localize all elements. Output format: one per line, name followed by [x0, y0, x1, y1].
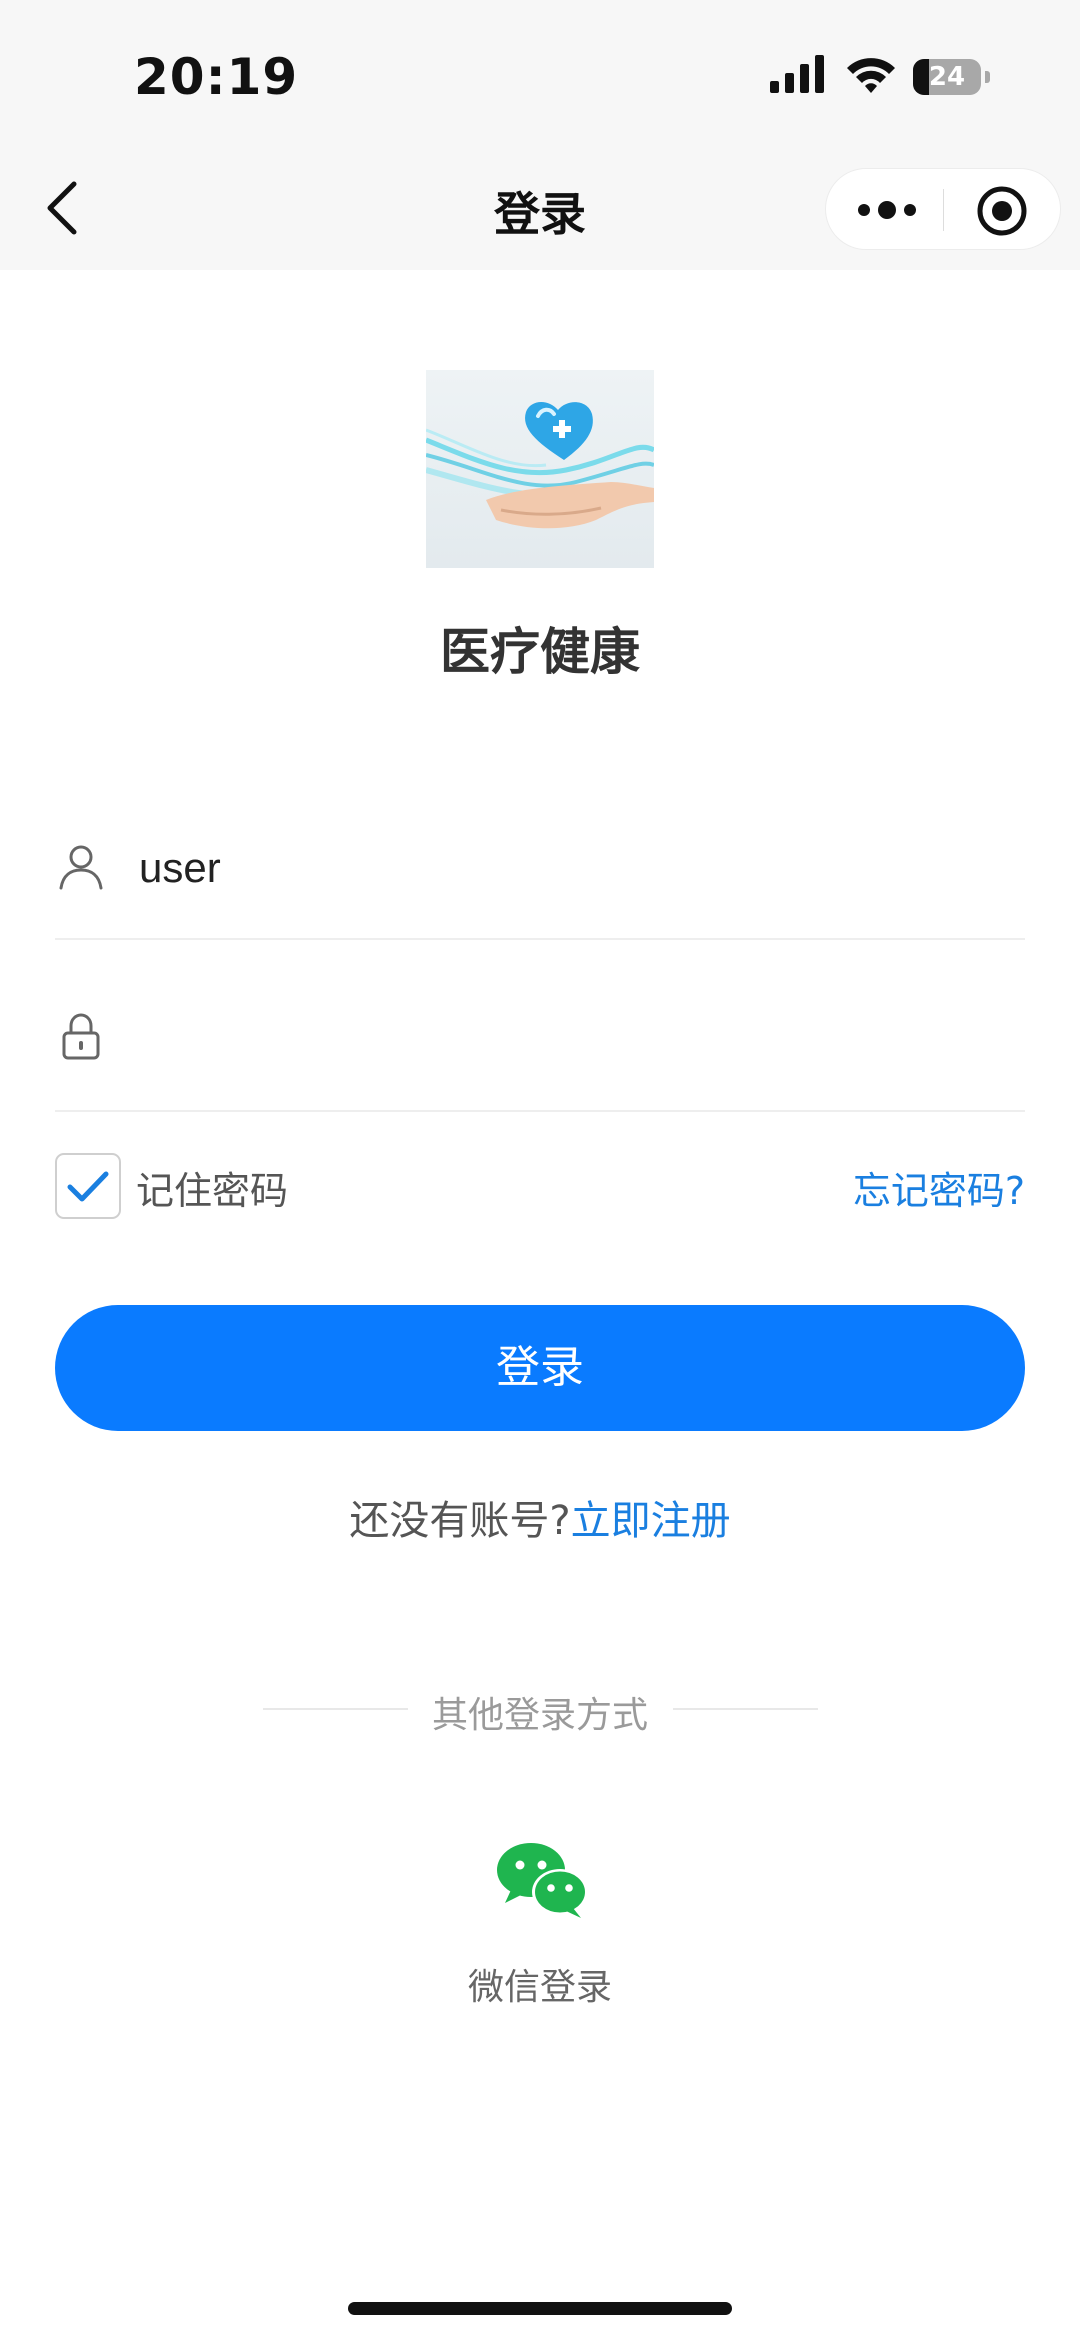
- password-underline: [55, 1110, 1025, 1112]
- close-mini-program-icon[interactable]: [976, 185, 1028, 237]
- username-row: [55, 810, 1025, 930]
- register-link[interactable]: 立即注册: [571, 1498, 731, 1544]
- check-icon: [67, 1171, 109, 1202]
- username-underline: [55, 938, 1025, 940]
- divider-right: [673, 1708, 818, 1710]
- wifi-icon: [847, 58, 895, 93]
- capsule-divider: [943, 189, 944, 231]
- wechat-icon: [497, 1843, 588, 1918]
- home-indicator: [348, 2302, 732, 2315]
- top-bar: 20:19 24 登录: [0, 0, 1080, 270]
- app-name: 医疗健康: [440, 623, 640, 681]
- more-options-icon[interactable]: [856, 190, 918, 230]
- app-logo: [426, 370, 654, 568]
- battery-icon: 24: [913, 59, 981, 95]
- status-time: 20:19: [134, 48, 299, 106]
- mini-program-capsule: [825, 168, 1061, 250]
- lock-icon: [62, 1013, 100, 1060]
- status-icons: 24: [770, 55, 1000, 105]
- remember-password-checkbox[interactable]: [55, 1153, 121, 1219]
- register-prompt: 还没有账号?立即注册: [0, 1488, 1080, 1546]
- login-page: 20:19 24 登录 医疗健康 user 记住密码 忘记密码? 登录 还没有账…: [0, 0, 1080, 2341]
- cellular-signal-icon: [770, 55, 824, 93]
- forgot-password-link[interactable]: 忘记密码?: [853, 1160, 1025, 1215]
- password-input[interactable]: [137, 998, 1017, 1078]
- battery-level: 24: [928, 62, 966, 92]
- wechat-login-label: 微信登录: [467, 1967, 612, 2008]
- user-icon: [59, 845, 103, 890]
- wechat-login-button[interactable]: 微信登录: [455, 1840, 625, 2010]
- other-login-title: 其他登录方式: [431, 1695, 648, 1736]
- login-button[interactable]: 登录: [55, 1305, 1025, 1431]
- password-row: [55, 980, 1025, 1100]
- no-account-text: 还没有账号?: [349, 1498, 571, 1544]
- username-input[interactable]: [137, 828, 1017, 908]
- remember-password-label: 记住密码: [136, 1169, 289, 1213]
